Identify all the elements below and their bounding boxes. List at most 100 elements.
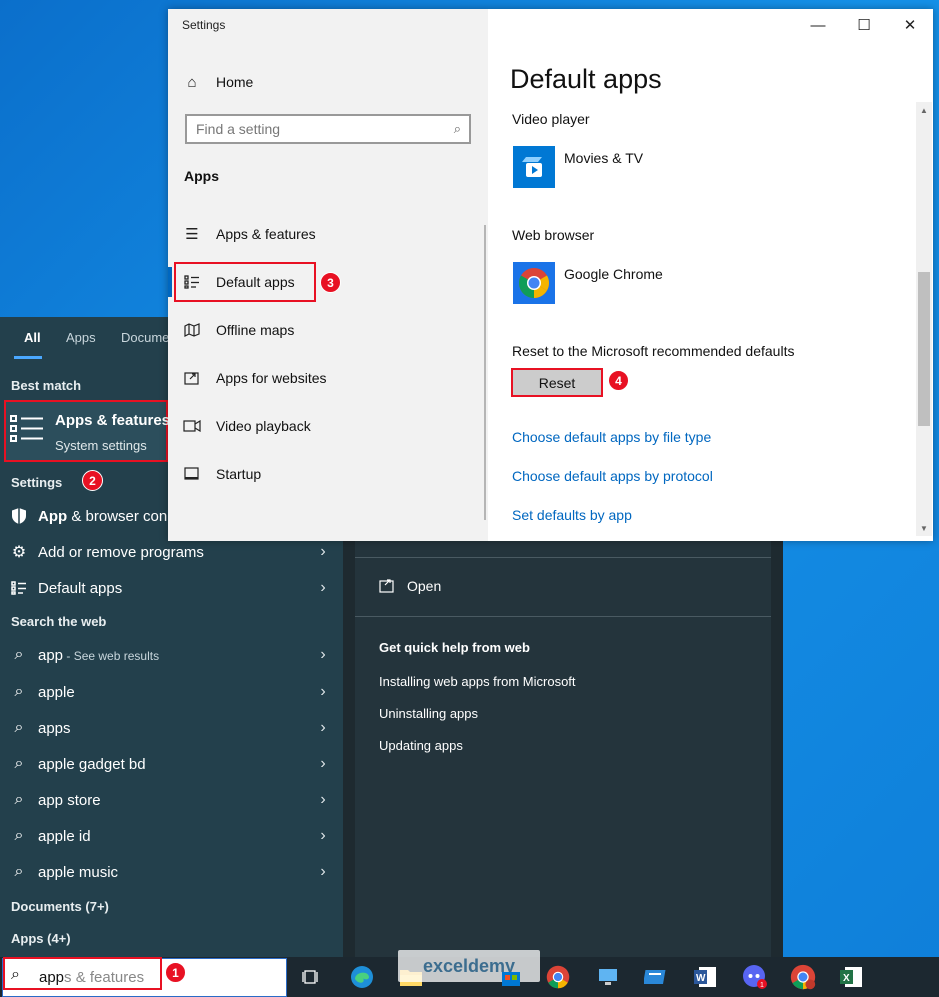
result-label-bold: App — [38, 507, 68, 525]
documents-heading[interactable]: Documents (7+) — [11, 899, 109, 914]
excel-icon[interactable]: X — [836, 962, 866, 992]
web-result-item[interactable]: ⌕ app - See web results › — [0, 637, 343, 673]
web-query-hint: - See web results — [63, 648, 160, 663]
nav-item-label: Default apps — [216, 274, 295, 290]
word-icon[interactable]: W — [690, 962, 720, 992]
web-query: apple music — [38, 863, 119, 881]
web-result-item[interactable]: ⌕ app store › — [0, 782, 343, 818]
step-badge-2: 2 — [82, 470, 103, 491]
search-typed-text: app — [39, 969, 65, 986]
help-heading: Get quick help from web — [379, 640, 530, 655]
startup-icon — [168, 467, 216, 481]
web-result-item[interactable]: ⌕ apple gadget bd › — [0, 746, 343, 782]
step-badge-1: 1 — [165, 962, 186, 983]
settings-result-default-apps[interactable]: Default apps › — [0, 570, 343, 606]
nav-item-offline-maps[interactable]: Offline maps — [168, 310, 486, 350]
maximize-button[interactable]: ☐ — [841, 9, 887, 41]
nav-scrollbar[interactable] — [484, 225, 486, 520]
nav-item-apps-for-websites[interactable]: Apps for websites — [168, 358, 486, 398]
svg-text:1: 1 — [760, 982, 764, 989]
chevron-right-icon[interactable]: › — [303, 543, 343, 561]
reset-button[interactable]: Reset — [511, 368, 603, 397]
nav-item-label: Video playback — [216, 418, 311, 434]
map-icon — [168, 323, 216, 337]
scroll-down-icon[interactable]: ▼ — [920, 524, 928, 533]
web-result-item[interactable]: ⌕ apple › — [0, 674, 343, 710]
tab-apps[interactable]: Apps — [66, 330, 96, 345]
apps-heading[interactable]: Apps (4+) — [11, 931, 71, 946]
result-label: Add or remove programs — [38, 543, 204, 561]
discord-icon[interactable]: 1 — [740, 962, 770, 992]
search-icon: ⌕ — [14, 646, 24, 663]
store-icon[interactable] — [496, 962, 526, 992]
divider — [355, 616, 771, 617]
web-query: app — [38, 646, 64, 664]
chevron-right-icon[interactable]: › — [303, 719, 343, 737]
link-set-defaults[interactable]: Set defaults by app — [512, 507, 632, 523]
video-player-label: Video player — [512, 111, 590, 127]
main-scrollbar-thumb[interactable] — [918, 272, 930, 426]
open-label: Open — [407, 578, 442, 594]
chevron-right-icon[interactable]: › — [303, 579, 343, 597]
chevron-right-icon[interactable]: › — [303, 863, 343, 881]
search-web-heading: Search the web — [11, 614, 107, 629]
search-icon: ⌕ — [14, 755, 24, 772]
link-icon — [168, 371, 216, 385]
nav-item-startup[interactable]: Startup — [168, 454, 486, 494]
chevron-right-icon[interactable]: › — [303, 755, 343, 773]
nav-home-label: Home — [216, 74, 254, 90]
app-icon[interactable] — [641, 962, 671, 992]
result-label-rest: & browser con — [67, 507, 168, 525]
search-icon: ⌕ — [14, 719, 24, 736]
tab-all[interactable]: All — [24, 330, 41, 345]
default-apps-icon — [0, 581, 38, 595]
divider — [355, 557, 771, 558]
task-view-icon[interactable] — [296, 962, 326, 992]
nav-item-apps-features[interactable]: ☰ Apps & features — [168, 214, 486, 254]
web-query: apple gadget bd — [38, 755, 146, 773]
chrome-icon[interactable] — [513, 262, 555, 304]
settings-heading: Settings — [11, 475, 63, 490]
web-query: apple — [38, 683, 75, 701]
chevron-right-icon[interactable]: › — [303, 827, 343, 845]
chrome-profile-icon[interactable] — [788, 962, 818, 992]
nav-item-video-playback[interactable]: Video playback — [168, 406, 486, 446]
chrome-icon[interactable] — [543, 962, 573, 992]
help-link[interactable]: Updating apps — [379, 738, 463, 753]
video-icon — [168, 420, 216, 432]
search-query[interactable]: apps & features — [39, 969, 144, 986]
web-result-item[interactable]: ⌕ apple music › — [0, 854, 343, 890]
web-result-item[interactable]: ⌕ apps › — [0, 710, 343, 746]
result-label: Default apps — [38, 579, 123, 597]
page-title: Default apps — [510, 64, 662, 94]
web-browser-label: Web browser — [512, 227, 595, 243]
chevron-right-icon[interactable]: › — [303, 791, 343, 809]
web-browser-app[interactable]: Google Chrome — [564, 266, 663, 282]
find-setting-input[interactable]: Find a setting ⌕ — [185, 114, 471, 144]
link-file-type[interactable]: Choose default apps by file type — [512, 429, 711, 445]
chevron-right-icon[interactable]: › — [303, 683, 343, 701]
search-icon: ⌕ — [14, 683, 24, 700]
chevron-right-icon[interactable]: › — [303, 646, 343, 664]
search-icon: ⌕ — [14, 827, 24, 844]
scroll-up-icon[interactable]: ▲ — [920, 106, 928, 115]
window-title: Settings — [182, 18, 226, 32]
tab-documents[interactable]: Docume — [121, 330, 169, 345]
best-match-subtitle: System settings — [55, 438, 147, 453]
minimize-button[interactable]: — — [795, 9, 841, 41]
search-icon: ⌕ — [453, 121, 461, 136]
link-protocol[interactable]: Choose default apps by protocol — [512, 468, 713, 484]
video-player-app[interactable]: Movies & TV — [564, 150, 643, 166]
help-link[interactable]: Uninstalling apps — [379, 706, 478, 721]
movies-tv-icon[interactable] — [513, 146, 555, 188]
nav-item-label: Startup — [216, 466, 262, 482]
help-link[interactable]: Installing web apps from Microsoft — [379, 674, 576, 689]
nav-home[interactable]: ⌂ Home — [168, 62, 486, 102]
search-icon: ⌕ — [14, 863, 24, 880]
web-result-item[interactable]: ⌕ apple id › — [0, 818, 343, 854]
close-button[interactable]: ✕ — [887, 9, 933, 41]
open-action[interactable]: Open — [379, 578, 441, 594]
nav-item-label: Apps for websites — [216, 370, 327, 386]
edge-icon[interactable] — [347, 962, 377, 992]
desktop-icon[interactable] — [594, 962, 624, 992]
